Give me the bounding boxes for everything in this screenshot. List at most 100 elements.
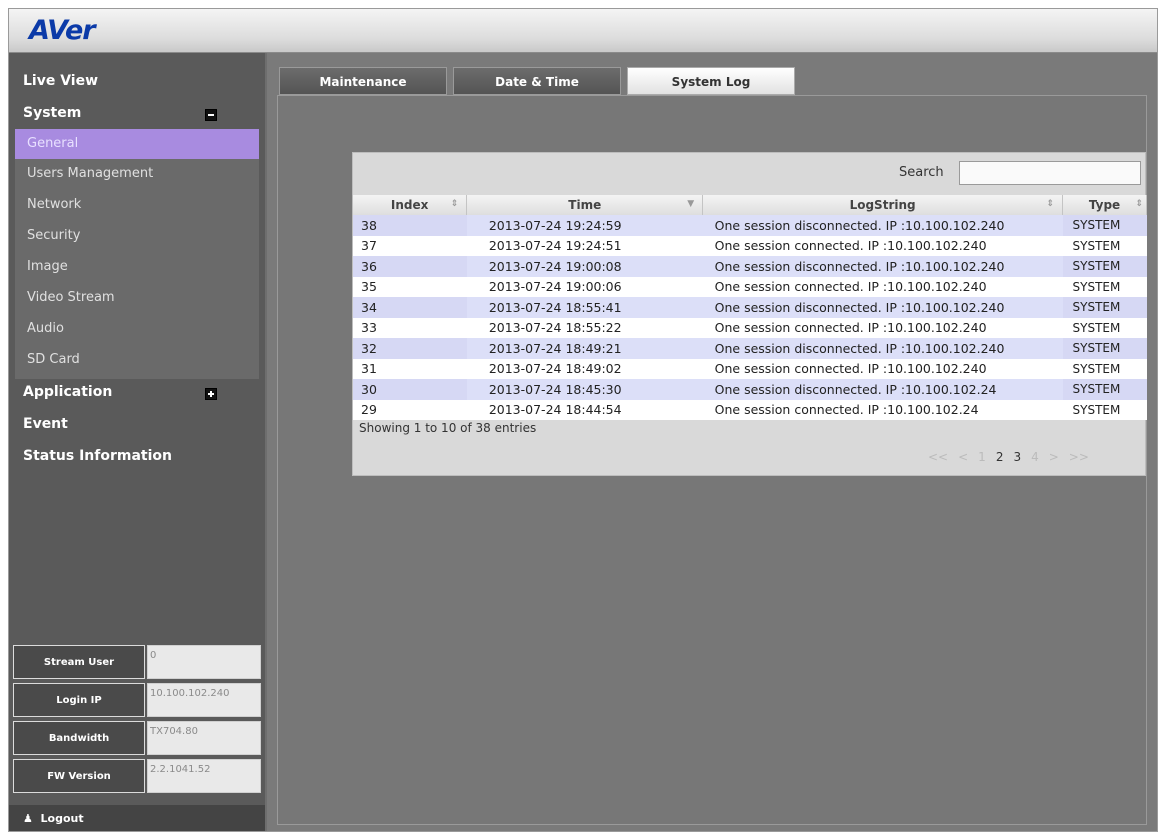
column-header-logstring[interactable]: LogString ⇕ — [702, 195, 1064, 215]
header-bar: AVer — [9, 9, 1157, 53]
entries-info: Showing 1 to 10 of 38 entries — [359, 421, 537, 435]
sidebar-item-audio[interactable]: Audio — [15, 314, 259, 344]
cell-logstring: One session connected. IP :10.100.102.24… — [702, 358, 1063, 379]
log-table: Index ⇕ Time ▼ LogString ⇕ Type ⇕ 38 2013-07-… — [353, 195, 1147, 420]
info-value: 2.2.1041.52 — [147, 759, 261, 793]
page-3-button[interactable]: 3 — [1008, 445, 1026, 469]
tab-panel: Search Index ⇕ Time ▼ LogString ⇕ Type ⇕ — [277, 95, 1147, 825]
cell-type: SYSTEM — [1062, 338, 1147, 359]
sort-icon: ⇕ — [1046, 199, 1055, 209]
info-bandwidth: Bandwidth TX704.80 — [13, 721, 261, 755]
info-value: TX704.80 — [147, 721, 261, 755]
nav-live-view[interactable]: Live View — [23, 73, 98, 89]
page-1-button[interactable]: 1 — [973, 445, 991, 469]
cell-index: 37 — [353, 235, 467, 256]
cell-logstring: One session connected. IP :10.100.102.24… — [702, 235, 1063, 256]
cell-index: 32 — [353, 338, 467, 359]
sort-icon: ⇕ — [450, 199, 459, 209]
cell-type: SYSTEM — [1062, 235, 1147, 256]
cell-type: SYSTEM — [1062, 215, 1147, 236]
table-row[interactable]: 38 2013-07-24 19:24:59 One session disconn… — [353, 215, 1147, 236]
cell-index: 30 — [353, 379, 467, 400]
tab-system-log[interactable]: System Log — [627, 67, 795, 95]
table-row[interactable]: 30 2013-07-24 18:45:30 One session disconn… — [353, 379, 1147, 400]
cell-type: SYSTEM — [1062, 399, 1147, 420]
info-value: 0 — [147, 645, 261, 679]
nav-application[interactable]: Application — [23, 384, 112, 400]
page-2-button[interactable]: 2 — [991, 445, 1009, 469]
last-page-button[interactable]: >> — [1064, 445, 1094, 469]
sort-icon: ⇕ — [1135, 199, 1143, 209]
info-label: Stream User — [13, 645, 145, 679]
logout-button[interactable]: ♟ Logout — [9, 805, 265, 831]
header-label: Index — [390, 198, 429, 212]
header-label: Type — [1088, 198, 1121, 212]
table-header-row: Index ⇕ Time ▼ LogString ⇕ Type ⇕ — [353, 195, 1147, 215]
cell-logstring: One session connected. IP :10.100.102.24… — [702, 276, 1063, 297]
sidebar-item-security[interactable]: Security — [15, 221, 259, 251]
tab-maintenance[interactable]: Maintenance — [279, 67, 447, 95]
sidebar-item-users-management[interactable]: Users Management — [15, 159, 259, 189]
column-header-time[interactable]: Time ▼ — [466, 195, 704, 215]
cell-type: SYSTEM — [1062, 379, 1147, 400]
table-row[interactable]: 31 2013-07-24 18:49:02 One session connect… — [353, 358, 1147, 379]
nav-system[interactable]: System — [23, 105, 81, 121]
column-header-index[interactable]: Index ⇕ — [353, 195, 468, 215]
info-stream-user: Stream User 0 — [13, 645, 261, 679]
table-row[interactable]: 32 2013-07-24 18:49:21 One session disconn… — [353, 338, 1147, 359]
aver-logo: AVer — [29, 15, 96, 46]
logout-label: Logout — [40, 812, 84, 825]
info-label: Login IP — [13, 683, 145, 717]
sidebar-item-video-stream[interactable]: Video Stream — [15, 283, 259, 313]
column-header-type[interactable]: Type ⇕ — [1062, 195, 1147, 215]
cell-time: 2013-07-24 19:00:06 — [466, 276, 703, 297]
cell-type: SYSTEM — [1062, 358, 1147, 379]
cell-index: 38 — [353, 215, 467, 236]
table-row[interactable]: 35 2013-07-24 19:00:06 One session connect… — [353, 276, 1147, 297]
nav-status-information[interactable]: Status Information — [23, 448, 172, 464]
search-input[interactable] — [959, 161, 1141, 185]
cell-type: SYSTEM — [1062, 297, 1147, 318]
tab-date-time[interactable]: Date & Time — [453, 67, 621, 95]
cell-time: 2013-07-24 19:24:51 — [466, 235, 703, 256]
table-row[interactable]: 37 2013-07-24 19:24:51 One session connect… — [353, 235, 1147, 256]
system-log-box: Search Index ⇕ Time ▼ LogString ⇕ Type ⇕ — [352, 152, 1147, 476]
header-label: Time — [568, 198, 602, 212]
cell-time: 2013-07-24 18:45:30 — [466, 379, 703, 400]
cell-index: 34 — [353, 297, 467, 318]
sidebar-item-sd-card[interactable]: SD Card — [15, 345, 259, 375]
first-page-button[interactable]: << — [923, 445, 953, 469]
sidebar-item-network[interactable]: Network — [15, 190, 259, 220]
cell-index: 31 — [353, 358, 467, 379]
cell-time: 2013-07-24 18:55:41 — [466, 297, 703, 318]
table-row[interactable]: 34 2013-07-24 18:55:41 One session disconn… — [353, 297, 1147, 318]
cell-time: 2013-07-24 19:00:08 — [466, 256, 703, 277]
cell-time: 2013-07-24 19:24:59 — [466, 215, 703, 236]
pagination: << < 1 2 3 4 > >> — [923, 445, 1094, 469]
table-row[interactable]: 36 2013-07-24 19:00:08 One session disconn… — [353, 256, 1147, 277]
table-row[interactable]: 33 2013-07-24 18:55:22 One session connect… — [353, 317, 1147, 338]
logo-text-b: er — [65, 15, 96, 46]
next-page-button[interactable]: > — [1044, 445, 1064, 469]
cell-index: 35 — [353, 276, 467, 297]
info-fw-version: FW Version 2.2.1041.52 — [13, 759, 261, 793]
cell-type: SYSTEM — [1062, 276, 1147, 297]
cell-logstring: One session disconnected. IP :10.100.102… — [702, 297, 1063, 318]
main-content: Maintenance Date & Time System Log Searc… — [267, 53, 1157, 831]
sidebar-item-image[interactable]: Image — [15, 252, 259, 282]
cell-type: SYSTEM — [1062, 256, 1147, 277]
page-4-button[interactable]: 4 — [1026, 445, 1044, 469]
sidebar-item-general[interactable]: General — [15, 129, 259, 159]
cell-type: SYSTEM — [1062, 317, 1147, 338]
table-row[interactable]: 29 2013-07-24 18:44:54 One session connect… — [353, 399, 1147, 420]
cell-time: 2013-07-24 18:55:22 — [466, 317, 703, 338]
cell-logstring: One session disconnected. IP :10.100.102… — [702, 215, 1063, 236]
cell-index: 33 — [353, 317, 467, 338]
prev-page-button[interactable]: < — [953, 445, 973, 469]
cell-time: 2013-07-24 18:49:02 — [466, 358, 703, 379]
expand-icon[interactable] — [205, 388, 217, 400]
sidebar: Live View System General Users Managemen… — [9, 53, 265, 831]
collapse-icon[interactable] — [205, 109, 217, 121]
cell-index: 29 — [353, 399, 467, 420]
nav-event[interactable]: Event — [23, 416, 68, 432]
